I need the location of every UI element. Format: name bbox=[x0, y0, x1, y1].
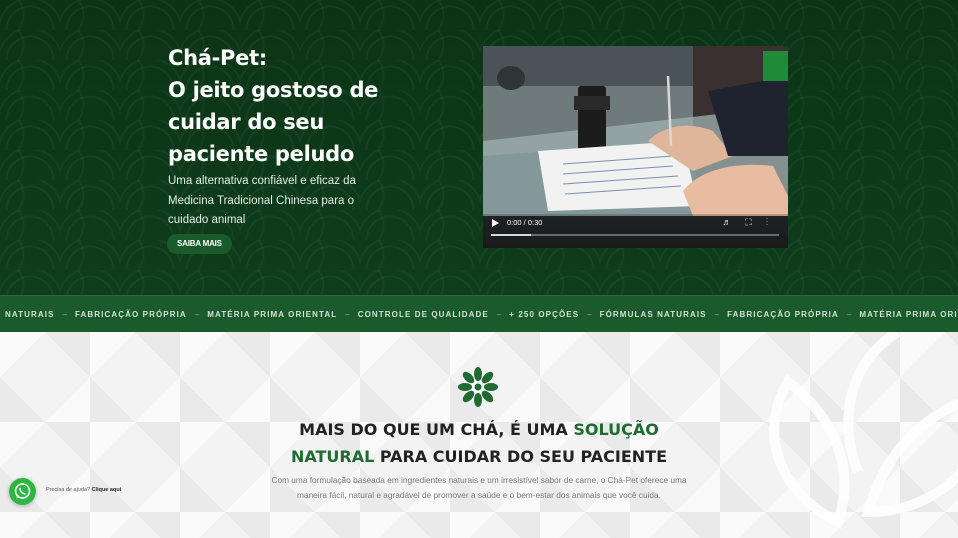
ticker-separator: – bbox=[846, 310, 852, 319]
hero-title-line: Chá-Pet: bbox=[168, 46, 267, 70]
section-title-text: PARA CUIDAR DO SEU PACIENTE bbox=[374, 447, 668, 466]
ticker-item: FABRICAÇÃO PRÓPRIA bbox=[75, 310, 187, 319]
solution-section: MAIS DO QUE UM CHÁ, É UMA SOLUÇÃO NATURA… bbox=[0, 332, 958, 538]
ticker-separator: – bbox=[62, 310, 67, 319]
video-controls: 0:00 / 0:30 ♬⛶⋮ bbox=[483, 214, 788, 248]
features-ticker: NATURAIS – FABRICAÇÃO PRÓPRIA – MATÉRIA PRIM… bbox=[0, 295, 958, 332]
whatsapp-help-text: Precisa de ajuda? Clique aqui bbox=[46, 487, 121, 493]
video-progress-fill bbox=[491, 234, 532, 236]
ticker-item: + 250 OPÇÕES bbox=[509, 310, 580, 319]
hero-subtitle: Uma alternativa confiável e eficaz da Me… bbox=[168, 175, 356, 226]
leaf-watermark-icon bbox=[769, 332, 958, 530]
section-title-accent: NATURAL bbox=[290, 447, 375, 466]
fullscreen-icon[interactable]: ⛶ bbox=[745, 217, 765, 227]
video-time: 0:00 / 0:30 bbox=[507, 218, 543, 227]
ticker-separator: – bbox=[345, 310, 350, 319]
more-icon[interactable]: ⋮ bbox=[766, 217, 782, 227]
ticker-separator: – bbox=[587, 310, 592, 319]
hero-title-line: paciente peludo bbox=[168, 142, 355, 166]
section-title-text: MAIS DO QUE UM CHÁ, É UMA bbox=[299, 420, 574, 439]
hero-title-line: O jeito gostoso de bbox=[168, 78, 379, 102]
section-title: MAIS DO QUE UM CHÁ, É UMA SOLUÇÃO NATURA… bbox=[240, 416, 718, 470]
hero-section: Chá-Pet: O jeito gostoso de cuidar do se… bbox=[0, 0, 958, 295]
ticker-item: NATURAIS bbox=[5, 310, 55, 319]
section-title-accent: SOLUÇÃO bbox=[573, 420, 659, 439]
video-control-icons: ♬⛶⋮ bbox=[722, 217, 782, 228]
whatsapp-icon bbox=[14, 483, 31, 499]
hero-title-line: cuidar do seu bbox=[168, 110, 325, 134]
section-description: Com uma formulação baseada em ingredient… bbox=[271, 475, 687, 500]
play-icon[interactable] bbox=[492, 219, 499, 227]
ticker-track: NATURAIS – FABRICAÇÃO PRÓPRIA – MATÉRIA PRIM… bbox=[5, 296, 958, 332]
ticker-item: MATÉRIA PRIMA ORIE bbox=[859, 310, 958, 319]
whatsapp-button[interactable] bbox=[9, 478, 36, 505]
saiba-mais-button[interactable]: SAIBA MAIS bbox=[167, 234, 232, 254]
ticker-separator: – bbox=[194, 310, 200, 319]
ticker-item: FÓRMULAS NATURAIS bbox=[599, 310, 707, 319]
video-frame bbox=[483, 46, 788, 216]
video-progress-bar[interactable] bbox=[491, 234, 779, 236]
ticker-item: CONTROLE DE QUALIDADE bbox=[357, 310, 489, 319]
volume-icon[interactable]: ♬ bbox=[722, 217, 745, 227]
leaf-logo-icon bbox=[458, 367, 498, 407]
ticker-separator: – bbox=[714, 310, 720, 319]
ticker-item: FABRICAÇÃO PRÓPRIA bbox=[727, 310, 839, 319]
hero-title: Chá-Pet: O jeito gostoso de cuidar do se… bbox=[168, 42, 428, 170]
whatsapp-prompt: Precisa de ajuda? bbox=[46, 487, 91, 493]
ticker-separator: – bbox=[496, 310, 502, 319]
video-player[interactable]: 0:00 / 0:30 ♬⛶⋮ bbox=[483, 46, 788, 248]
whatsapp-link[interactable]: Clique aqui bbox=[92, 487, 122, 493]
ticker-item: MATÉRIA PRIMA ORIENTAL bbox=[207, 310, 338, 319]
